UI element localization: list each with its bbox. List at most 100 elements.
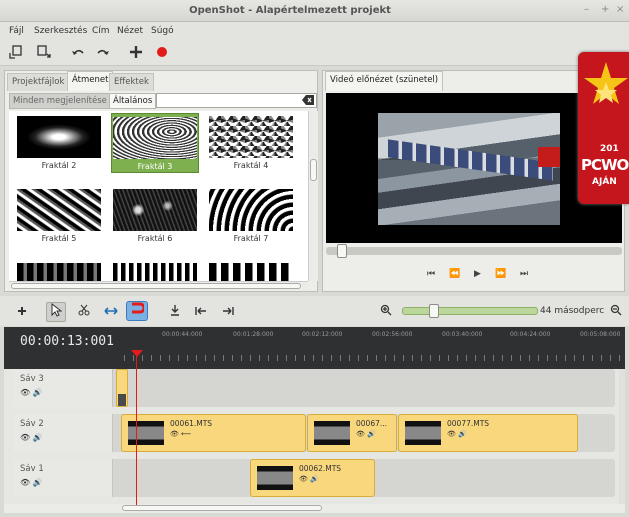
track-1[interactable]: Sáv 1 👁 🔊 00062.MTS 👁 🔊 (13, 459, 615, 497)
record-icon[interactable] (154, 45, 170, 61)
transition-item[interactable] (111, 263, 199, 281)
transition-item[interactable]: Fraktál 2 (15, 116, 103, 172)
maximize-button[interactable]: + (601, 4, 609, 15)
transition-clip[interactable] (116, 369, 128, 407)
clip-name: 00061.MTS (170, 419, 213, 428)
tab-project-files[interactable]: Projektfájlok (7, 73, 70, 91)
zoom-in-icon[interactable] (378, 304, 394, 320)
export-icon[interactable] (36, 45, 52, 61)
jump-end-button[interactable]: ⏭ (520, 269, 528, 279)
track-visibility-audio-icons[interactable]: 👁 🔊 (20, 433, 43, 442)
window-title: OpenShot - Alapértelmezett projekt (189, 5, 391, 16)
track-name: Sáv 1 (20, 464, 44, 474)
search-input[interactable] (156, 93, 317, 108)
add-marker-icon[interactable] (167, 304, 183, 320)
menu-edit[interactable]: Szerkesztés (34, 26, 87, 36)
play-button[interactable]: ▶ (474, 269, 481, 279)
filter-bar: Minden megjelenítése Általános (9, 93, 317, 109)
transition-item[interactable]: Fraktál 4 (207, 116, 295, 172)
snapping-toggle-icon[interactable] (126, 301, 148, 321)
track-3[interactable]: Sáv 3 👁 🔊 (13, 369, 615, 407)
minimize-button[interactable]: – (584, 4, 589, 15)
razor-tool-icon[interactable] (76, 304, 92, 320)
menu-bar: Fájl Szerkesztés Cím Nézet Súgó (0, 22, 629, 40)
playhead-marker[interactable] (131, 350, 143, 357)
transition-label: Fraktál 7 (233, 234, 269, 243)
transitions-vertical-scrollbar[interactable] (308, 111, 318, 281)
add-track-icon[interactable] (14, 304, 30, 320)
transition-item[interactable]: Fraktál 6 (111, 189, 199, 245)
transition-clip-thumb (118, 394, 126, 406)
clip-name: 00062.MTS (299, 464, 342, 473)
menu-file[interactable]: Fájl (9, 26, 24, 36)
clip-icons: 👁 ⟵ (170, 430, 192, 438)
track-header[interactable]: Sáv 1 👁 🔊 (13, 459, 113, 497)
select-tool-icon[interactable] (46, 302, 66, 322)
transition-item[interactable] (207, 263, 295, 281)
transition-item[interactable] (15, 263, 103, 281)
track-header[interactable]: Sáv 3 👁 🔊 (13, 369, 113, 407)
jump-start-button[interactable]: ⏮ (427, 269, 435, 279)
fast-forward-button[interactable]: ⏩ (495, 269, 506, 279)
move-tool-icon[interactable] (103, 304, 119, 320)
scrollbar-thumb[interactable] (11, 283, 301, 289)
transitions-horizontal-scrollbar[interactable] (9, 281, 308, 290)
transition-label: Fraktál 6 (137, 234, 173, 243)
timeline-horizontal-scrollbar[interactable] (4, 504, 625, 513)
next-marker-icon[interactable] (220, 304, 236, 320)
transition-thumbnail (209, 263, 293, 281)
menu-view[interactable]: Nézet (117, 26, 143, 36)
tab-effects[interactable]: Effektek (109, 73, 154, 91)
menu-help[interactable]: Súgó (151, 26, 174, 36)
track-2[interactable]: Sáv 2 👁 🔊 00061.MTS 👁 ⟵ 00067... 👁 🔊 000… (13, 414, 615, 452)
current-timecode: 00:00:13:001 (20, 334, 114, 349)
transition-item[interactable]: Fraktál 3 (111, 113, 199, 173)
playhead-line[interactable] (136, 350, 137, 505)
transition-thumbnail (209, 116, 293, 158)
timeline-tracks: Sáv 3 👁 🔊 Sáv 2 👁 🔊 00061.MTS 👁 ⟵ 00067.… (4, 369, 625, 504)
ruler-tick-label: 00:04:24:000 (510, 331, 551, 338)
transition-item[interactable]: Fraktál 7 (207, 189, 295, 245)
previous-marker-icon[interactable] (193, 304, 209, 320)
video-clip[interactable]: 00077.MTS 👁 🔊 (398, 414, 578, 452)
transition-thumbnail (17, 263, 101, 281)
video-clip[interactable]: 00067... 👁 🔊 (307, 414, 397, 452)
ruler-tick-label: 00:01:28:000 (233, 331, 274, 338)
ruler-tick-label: 00:02:56:000 (372, 331, 413, 338)
tab-video-preview[interactable]: Videó előnézet (szünetel) (325, 71, 444, 91)
filter-show-all-button[interactable]: Minden megjelenítése (9, 93, 111, 109)
import-files-icon[interactable] (8, 45, 24, 61)
transition-label: Fraktál 4 (233, 161, 269, 170)
track-visibility-audio-icons[interactable]: 👁 🔊 (20, 478, 43, 487)
filter-common-button[interactable]: Általános (109, 93, 157, 109)
tab-transitions[interactable]: Átmenet (67, 71, 114, 91)
clip-icons: 👁 🔊 (356, 430, 376, 438)
clip-thumbnail (257, 466, 293, 490)
redo-icon[interactable] (95, 45, 111, 61)
track-visibility-audio-icons[interactable]: 👁 🔊 (20, 388, 43, 397)
zoom-out-icon[interactable] (608, 304, 624, 320)
clear-search-icon[interactable] (302, 95, 314, 108)
badge-brand: PCWO (581, 156, 629, 174)
close-button[interactable]: × (616, 4, 624, 15)
rewind-button[interactable]: ⏪ (449, 269, 460, 279)
timeline-vertical-scrollbar[interactable] (619, 369, 625, 504)
zoom-slider-handle[interactable] (429, 304, 439, 318)
menu-title[interactable]: Cím (92, 26, 110, 36)
scrollbar-thumb[interactable] (122, 505, 322, 511)
scrollbar-thumb[interactable] (310, 159, 317, 181)
preview-seek-bar[interactable] (326, 247, 622, 255)
transition-item[interactable]: Fraktál 5 (15, 189, 103, 245)
track-header[interactable]: Sáv 2 👁 🔊 (13, 414, 113, 452)
transition-thumbnail (113, 189, 197, 231)
add-track-icon[interactable] (128, 45, 144, 61)
video-clip[interactable]: 00061.MTS 👁 ⟵ (121, 414, 306, 452)
clip-icons: 👁 🔊 (299, 475, 319, 483)
zoom-slider[interactable] (402, 307, 538, 315)
transition-label: Fraktál 3 (137, 162, 173, 171)
preview-seek-handle[interactable] (337, 244, 347, 258)
video-clip[interactable]: 00062.MTS 👁 🔊 (250, 459, 375, 497)
undo-icon[interactable] (70, 45, 86, 61)
transition-thumbnail (17, 116, 101, 158)
ruler-tick-label: 00:05:08:000 (580, 331, 621, 338)
